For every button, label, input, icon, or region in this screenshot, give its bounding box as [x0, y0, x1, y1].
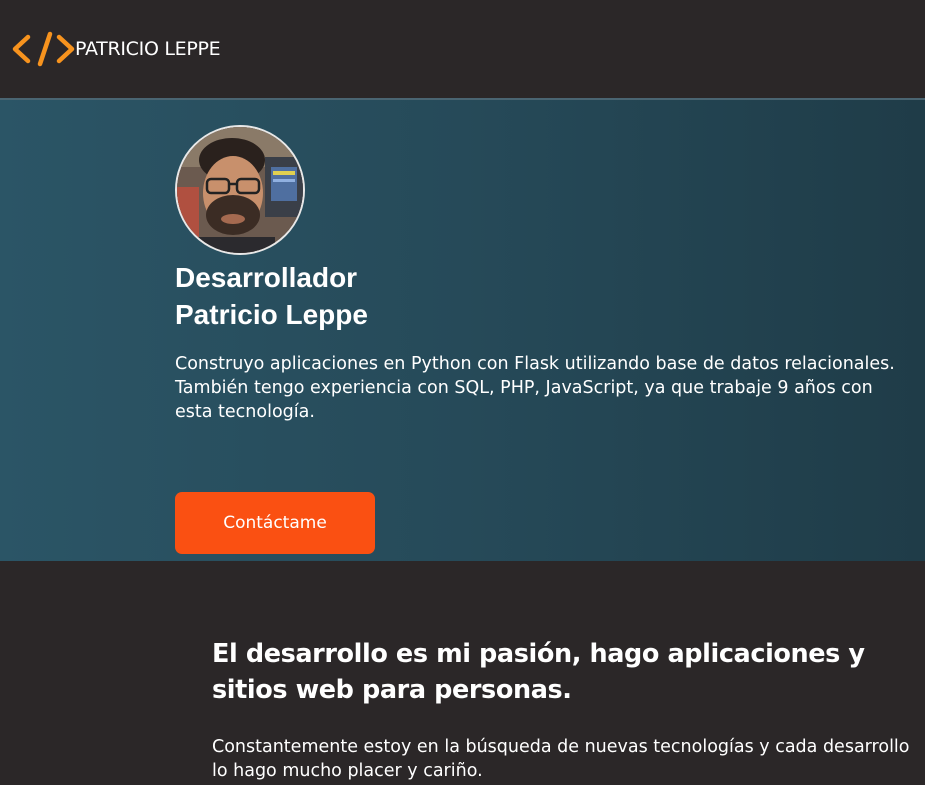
hero-description: Construyo aplicaciones en Python con Fla… [175, 352, 895, 424]
about-title: El desarrollo es mi pasión, hago aplicac… [212, 639, 865, 705]
hero-title-line-2: Patricio Leppe [175, 299, 368, 330]
contact-button[interactable]: Contáctame [175, 492, 375, 554]
navbar: PATRICIO LEPPE [0, 0, 925, 100]
code-brackets-icon [12, 31, 75, 67]
hero-description-line-1: Construyo aplicaciones en Python con Fla… [175, 354, 895, 374]
about-text: Constantemente estoy en la búsqueda de n… [212, 737, 910, 781]
hero-section: Desarrollador Patricio Leppe Construyo a… [0, 100, 925, 561]
hero-description-line-2: También tengo experiencia con SQL, PHP, … [175, 378, 873, 422]
avatar [175, 125, 305, 255]
brand-link[interactable]: PATRICIO LEPPE [12, 31, 221, 67]
hero-title-line-1: Desarrollador [175, 262, 358, 293]
brand-name: PATRICIO LEPPE [75, 38, 221, 60]
about-section: El desarrollo es mi pasión, hago aplicac… [0, 561, 925, 785]
hero-title: Desarrollador Patricio Leppe [175, 259, 368, 333]
profile-photo [177, 127, 303, 253]
